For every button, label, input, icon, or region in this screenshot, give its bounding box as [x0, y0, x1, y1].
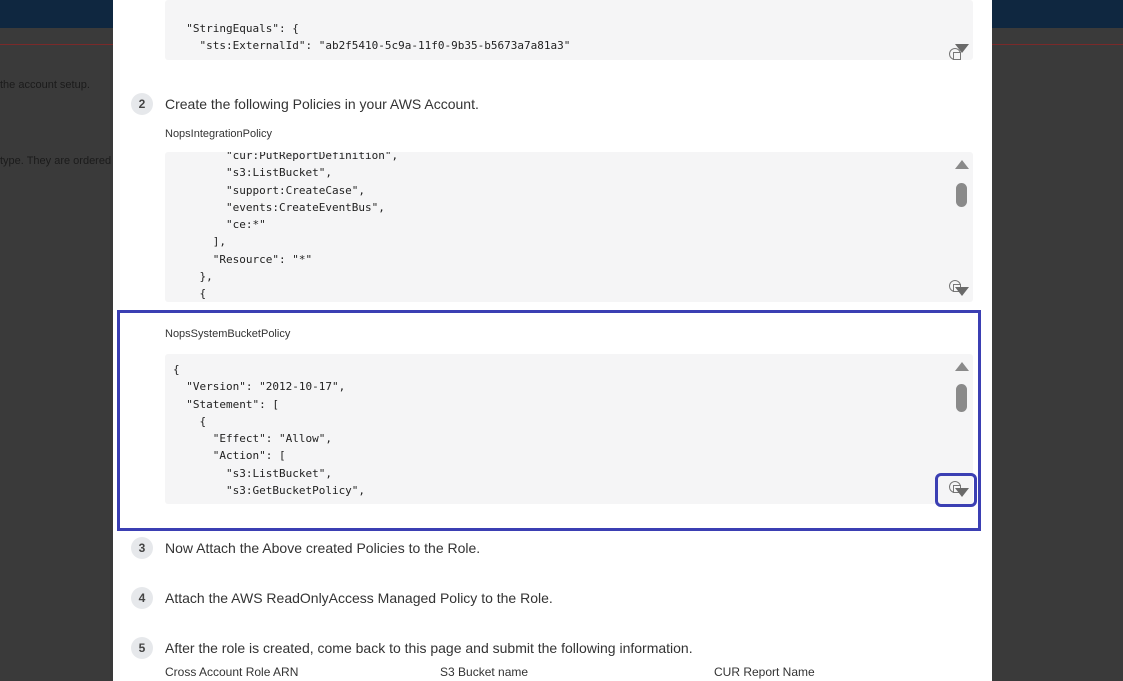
s3-bucket-label: S3 Bucket name — [440, 665, 529, 679]
scroll-down-icon[interactable] — [955, 44, 969, 53]
step-number-badge: 4 — [131, 587, 153, 609]
setup-modal: "StringEquals": { "sts:ExternalId": "ab2… — [113, 0, 992, 681]
policy-name-label: NopsIntegrationPolicy — [165, 128, 273, 140]
role-arn-label: Cross Account Role ARN — [165, 665, 299, 679]
integration-policy-code: "cur:PutReportDefinition", "s3:ListBucke… — [199, 152, 399, 301]
step-text: Create the following Policies in your AW… — [165, 96, 479, 112]
highlight-scroll-button — [935, 473, 977, 507]
step-text: Attach the AWS ReadOnlyAccess Managed Po… — [165, 590, 553, 606]
step-number-badge: 2 — [131, 93, 153, 115]
step-text: Now Attach the Above created Policies to… — [165, 540, 481, 556]
step-number-badge: 3 — [131, 537, 153, 559]
cur-report-label: CUR Report Name — [714, 665, 815, 679]
trust-policy-code-block[interactable]: "StringEquals": { "sts:ExternalId": "ab2… — [165, 0, 973, 60]
step-text: After the role is created, come back to … — [165, 640, 693, 656]
scroll-down-icon[interactable] — [955, 287, 969, 296]
integration-policy-code-block[interactable]: "cur:PutReportDefinition", "s3:ListBucke… — [165, 152, 973, 302]
background-text: type. They are ordered — [0, 155, 112, 167]
scrollbar-thumb[interactable] — [956, 183, 967, 207]
highlight-box — [117, 310, 981, 531]
step-number-badge: 5 — [131, 637, 153, 659]
trust-policy-code-line: "StringEquals": { "sts:ExternalId": "ab2… — [173, 22, 571, 53]
scroll-up-icon[interactable] — [955, 160, 969, 169]
background-text: the account setup. — [0, 79, 90, 91]
